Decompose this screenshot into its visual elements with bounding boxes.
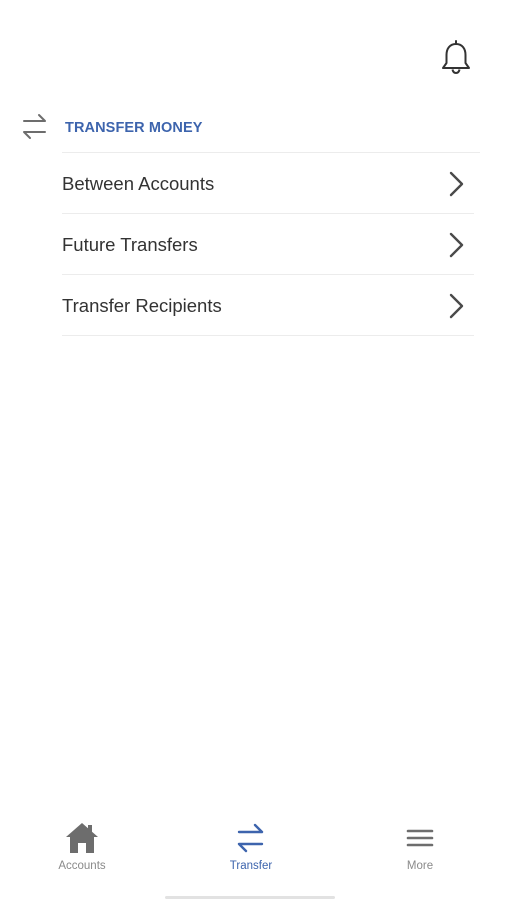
menu-icon <box>406 829 434 847</box>
menu-item-label: Transfer Recipients <box>62 295 222 316</box>
chevron-right-icon <box>449 293 464 319</box>
tab-accounts[interactable]: Accounts <box>22 812 142 878</box>
tab-bar: Accounts Transfer More <box>0 812 507 882</box>
chevron-right-icon <box>449 171 464 197</box>
menu-item-transfer-recipients[interactable]: Transfer Recipients <box>62 275 474 336</box>
menu-item-label: Future Transfers <box>62 234 198 255</box>
chevron-right-icon <box>449 232 464 258</box>
transfer-arrows-icon <box>23 114 46 139</box>
transfer-menu: Between Accounts Future Transfers Transf… <box>62 153 474 336</box>
tab-label: Accounts <box>58 860 106 872</box>
bell-icon[interactable] <box>436 38 476 78</box>
tab-label: Transfer <box>229 860 273 872</box>
menu-item-label: Between Accounts <box>62 173 215 194</box>
home-icon <box>66 823 98 853</box>
menu-item-between-accounts[interactable]: Between Accounts <box>62 153 474 214</box>
section-title: TRANSFER MONEY <box>65 120 203 136</box>
transfer-arrows-icon <box>237 823 264 853</box>
tab-label: More <box>406 860 434 872</box>
tab-transfer[interactable]: Transfer <box>191 812 311 878</box>
section-header: TRANSFER MONEY <box>0 106 507 150</box>
home-indicator <box>165 896 335 899</box>
tab-more[interactable]: More <box>360 812 480 878</box>
menu-item-future-transfers[interactable]: Future Transfers <box>62 214 474 275</box>
